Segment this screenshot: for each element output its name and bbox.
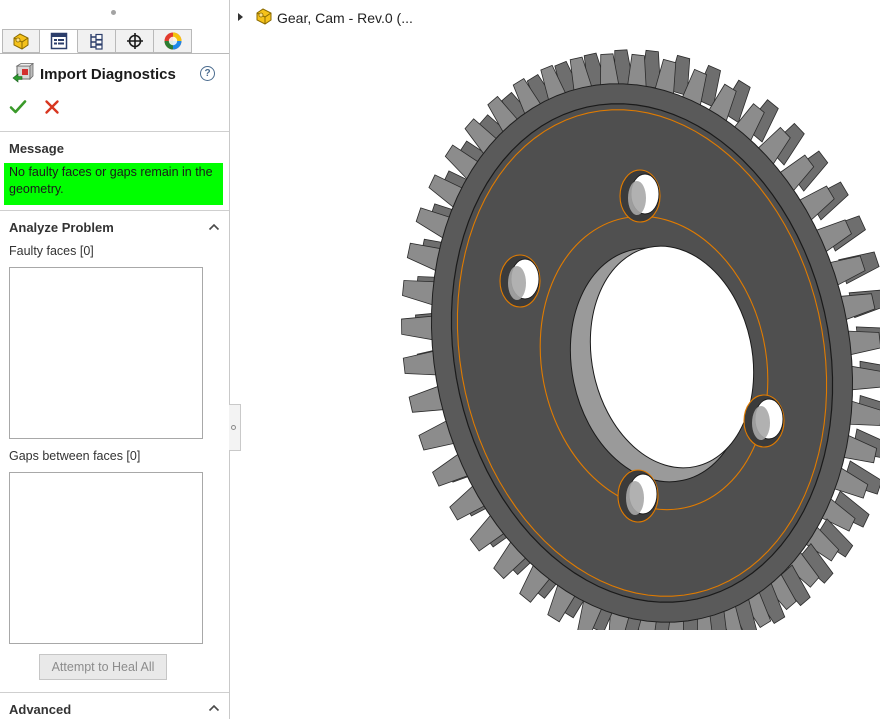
faulty-faces-label: Faulty faces [0]: [9, 244, 94, 258]
tab-configuration-manager[interactable]: [78, 29, 116, 53]
part-icon: [13, 33, 29, 50]
property-manager-icon: [50, 32, 67, 50]
configuration-manager-icon: [89, 33, 103, 50]
panel-grip[interactable]: [0, 0, 229, 28]
tab-feature-manager[interactable]: [2, 29, 40, 53]
message-section-title: Message: [9, 141, 64, 156]
tabs-divider: [0, 53, 229, 54]
x-icon[interactable]: [43, 98, 61, 116]
manager-tabs: [2, 29, 192, 54]
page-title: Import Diagnostics: [40, 66, 176, 83]
bolt-hole-wall: [752, 406, 770, 440]
bolt-hole-wall: [626, 481, 644, 515]
section-divider: [0, 210, 229, 211]
panel-header: Import Diagnostics ?: [10, 63, 220, 87]
grip-dot[interactable]: [111, 10, 116, 15]
bolt-hole-wall: [628, 181, 646, 215]
advanced-section-title: Advanced: [9, 702, 72, 717]
display-manager-icon: [164, 32, 181, 50]
property-manager-panel: Import Diagnostics ? Message No faulty f…: [0, 0, 230, 719]
gaps-list[interactable]: [9, 472, 203, 644]
tab-display-manager[interactable]: [154, 29, 192, 53]
gaps-label: Gaps between faces [0]: [9, 449, 141, 463]
chevron-up-icon[interactable]: [208, 222, 220, 232]
chevron-right-icon[interactable]: [237, 12, 245, 22]
tab-property-manager[interactable]: [40, 29, 78, 53]
part-icon: [256, 8, 272, 25]
checkmark-icon[interactable]: [9, 98, 27, 116]
tab-dimxpert-manager[interactable]: [116, 29, 154, 53]
chevron-up-icon[interactable]: [208, 703, 220, 713]
dimxpert-icon: [126, 33, 143, 49]
faulty-faces-list[interactable]: [9, 267, 203, 439]
analyze-section-title: Analyze Problem: [9, 220, 114, 235]
section-divider: [0, 692, 229, 693]
status-message: No faulty faces or gaps remain in the ge…: [4, 163, 223, 205]
part-name-label: Gear, Cam - Rev.0 (...: [277, 10, 413, 26]
import-diagnostics-icon: [12, 63, 34, 83]
splitter-knob[interactable]: [231, 425, 236, 430]
panel-splitter[interactable]: [229, 404, 241, 451]
attempt-to-heal-all-button[interactable]: Attempt to Heal All: [39, 654, 167, 680]
help-icon[interactable]: ?: [200, 66, 215, 81]
gear-model-viewport[interactable]: [400, 40, 880, 630]
bolt-hole-wall: [508, 266, 526, 300]
section-divider: [0, 131, 229, 132]
